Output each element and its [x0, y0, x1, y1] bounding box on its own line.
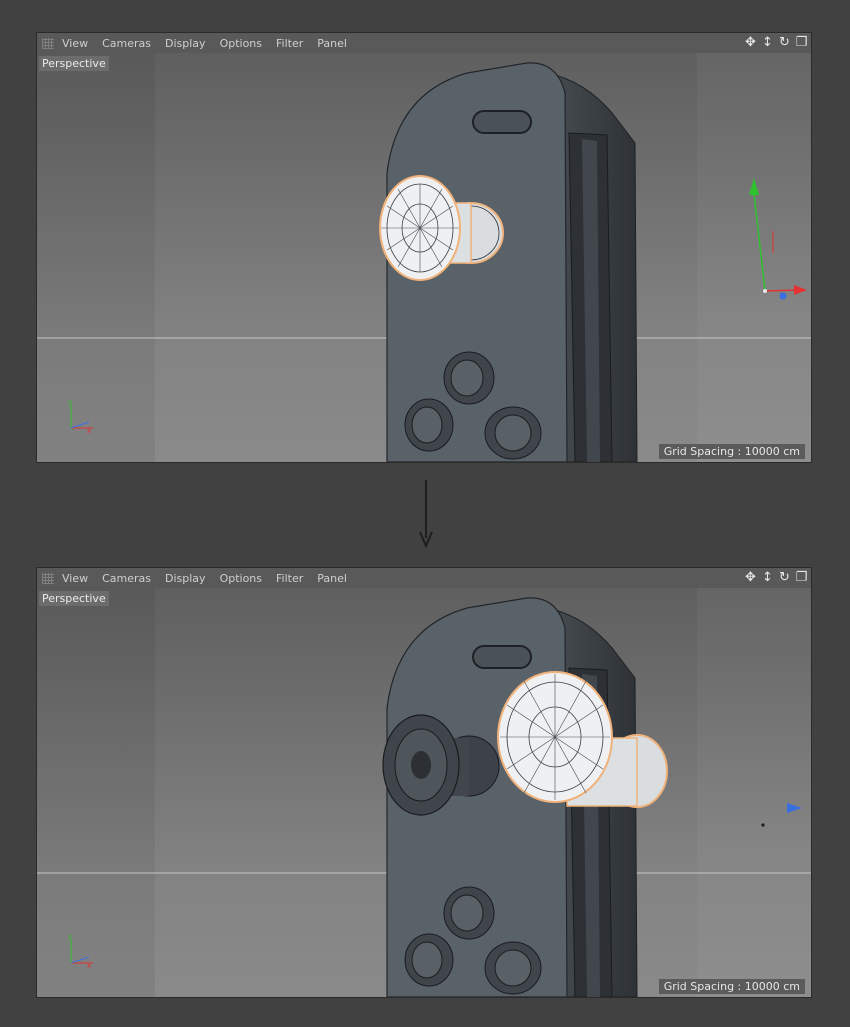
3d-scene[interactable]: y x [37, 53, 811, 462]
svg-text:y: y [68, 398, 72, 406]
perspective-label[interactable]: Perspective [39, 591, 109, 606]
knob [484, 941, 542, 995]
scene-right-panel [697, 53, 811, 462]
device-slot [472, 645, 532, 669]
menu-cameras[interactable]: Cameras [102, 572, 151, 585]
grid-spacing-label: Grid Spacing : 10000 cm [658, 979, 805, 994]
knob [443, 351, 495, 405]
move-icon[interactable]: ✥ [743, 35, 758, 50]
knob [443, 886, 495, 940]
knob [404, 933, 454, 987]
maximize-icon[interactable]: ❐ [794, 35, 809, 50]
menu-display[interactable]: Display [165, 37, 206, 50]
scene-right-panel [697, 588, 811, 997]
knob [484, 406, 542, 460]
3d-scene[interactable]: y x [37, 588, 811, 997]
knob [404, 398, 454, 452]
zoom-icon[interactable]: ↕ [760, 35, 775, 50]
viewport-menubar: View Cameras Display Options Filter Pane… [37, 33, 811, 54]
zoom-icon[interactable]: ↕ [760, 570, 775, 585]
maximize-icon[interactable]: ❐ [794, 570, 809, 585]
menu-view[interactable]: View [62, 572, 88, 585]
down-arrow-icon [419, 480, 433, 549]
move-icon[interactable]: ✥ [743, 570, 758, 585]
menu-view[interactable]: View [62, 37, 88, 50]
svg-text:x: x [87, 962, 91, 970]
menu-cameras[interactable]: Cameras [102, 37, 151, 50]
menu-filter[interactable]: Filter [276, 37, 303, 50]
svg-text:x: x [87, 427, 91, 435]
menu-filter[interactable]: Filter [276, 572, 303, 585]
menu-display[interactable]: Display [165, 572, 206, 585]
grip-icon[interactable] [42, 572, 54, 584]
rotate-icon[interactable]: ↻ [777, 35, 792, 50]
menu-options[interactable]: Options [220, 37, 262, 50]
viewport-after[interactable]: View Cameras Display Options Filter Pane… [36, 567, 812, 998]
viewport-before[interactable]: View Cameras Display Options Filter Pane… [36, 32, 812, 463]
grid-spacing-label: Grid Spacing : 10000 cm [658, 444, 805, 459]
menu-panel[interactable]: Panel [317, 572, 347, 585]
perspective-label[interactable]: Perspective [39, 56, 109, 71]
menu-panel[interactable]: Panel [317, 37, 347, 50]
svg-text:y: y [68, 933, 72, 941]
scene-left-panel [37, 53, 155, 462]
device-slot [472, 110, 532, 134]
menu-options[interactable]: Options [220, 572, 262, 585]
rotate-icon[interactable]: ↻ [777, 570, 792, 585]
grip-icon[interactable] [42, 37, 54, 49]
viewport-menubar: View Cameras Display Options Filter Pane… [37, 568, 811, 589]
scene-left-panel [37, 588, 155, 997]
